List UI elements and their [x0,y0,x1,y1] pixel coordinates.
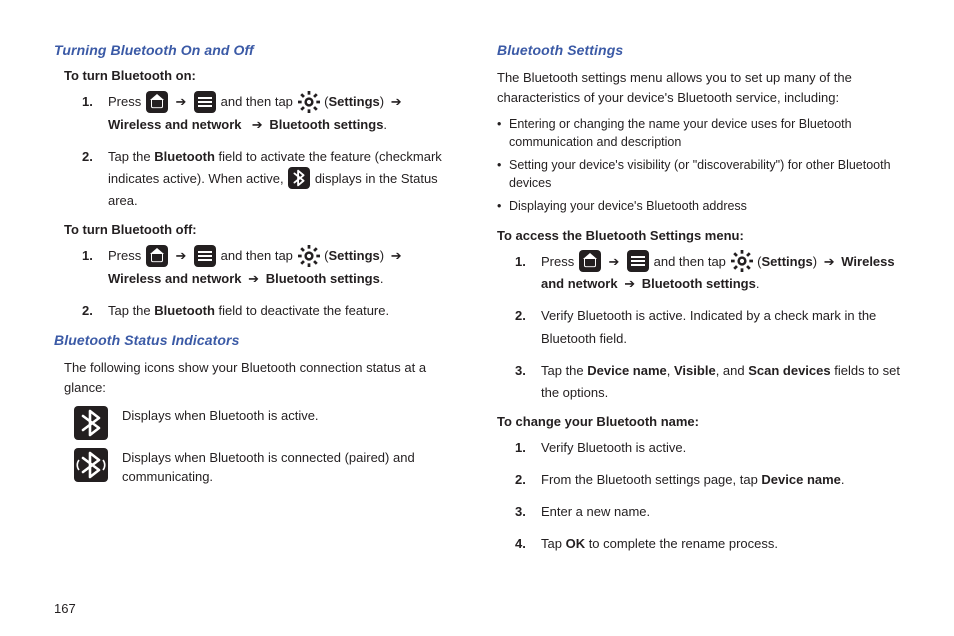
arrow-icon: ➔ [391,94,402,109]
bluetooth-field-label: Bluetooth [154,303,215,318]
step: Verify Bluetooth is active. [515,437,900,459]
text: , [667,363,674,378]
text: Tap the [108,149,154,164]
bluetooth-settings-label: Bluetooth settings [269,117,383,132]
text: and then tap [654,254,730,269]
menu-icon [194,245,216,267]
status-row-active: Displays when Bluetooth is active. [74,406,457,440]
text: From the Bluetooth settings page, tap [541,472,761,487]
step: Tap the Bluetooth field to deactivate th… [82,300,457,322]
text: and then tap [221,248,297,263]
bullet-item: Displaying your device's Bluetooth addre… [497,198,900,216]
text: , and [716,363,749,378]
heading-turning-onoff: Turning Bluetooth On and Off [54,42,457,58]
status-intro: The following icons show your Bluetooth … [64,358,457,398]
arrow-icon: ➔ [252,117,263,132]
status-row-connected: Displays when Bluetooth is connected (pa… [74,448,457,487]
home-icon [146,91,168,113]
manual-page: Turning Bluetooth On and Off To turn Blu… [0,0,954,565]
settings-label: Settings [761,254,812,269]
text: Press [108,248,145,263]
gear-icon [731,250,753,272]
ok-label: OK [566,536,586,551]
gear-icon [298,91,320,113]
text: Tap the [541,363,587,378]
status-connected-text: Displays when Bluetooth is connected (pa… [122,448,457,487]
home-icon [579,250,601,272]
step: Tap OK to complete the rename process. [515,533,900,555]
text: Tap [541,536,566,551]
text: Press [108,94,145,109]
arrow-icon: ➔ [248,271,259,286]
subhead-turn-on: To turn Bluetooth on: [64,68,457,83]
bluetooth-icon [288,167,310,189]
scan-devices-label: Scan devices [748,363,830,378]
steps-access: Press ➔ and then tap (Settings) ➔ Wirele… [497,251,900,404]
arrow-icon: ➔ [624,276,635,291]
settings-label: Settings [328,94,379,109]
arrow-icon: ➔ [391,248,402,263]
step: Press ➔ and then tap (Settings) ➔ Wirele… [515,251,900,296]
page-number: 167 [54,601,76,616]
steps-turn-on: Press ➔ and then tap (Settings) ➔ Wirele… [54,91,457,212]
menu-icon [627,250,649,272]
left-column: Turning Bluetooth On and Off To turn Blu… [54,42,457,565]
gear-icon [298,245,320,267]
wireless-network-label: Wireless and network [108,271,242,286]
bluetooth-settings-label: Bluetooth settings [642,276,756,291]
device-name-label: Device name [761,472,841,487]
text: Press [541,254,578,269]
arrow-icon: ➔ [824,254,835,269]
bluetooth-connected-icon [74,448,108,482]
arrow-icon: ➔ [175,248,186,263]
arrow-icon: ➔ [175,94,186,109]
bluetooth-active-icon [74,406,108,440]
wireless-network-label: Wireless and network [108,117,242,132]
settings-label: Settings [328,248,379,263]
home-icon [146,245,168,267]
steps-turn-off: Press ➔ and then tap (Settings) ➔ Wirele… [54,245,457,322]
subhead-change-name: To change your Bluetooth name: [497,414,900,429]
settings-bullets: Entering or changing the name your devic… [497,116,900,216]
text: Tap the [108,303,154,318]
subhead-access: To access the Bluetooth Settings menu: [497,228,900,243]
bluetooth-field-label: Bluetooth [154,149,215,164]
bluetooth-settings-label: Bluetooth settings [266,271,380,286]
steps-change-name: Verify Bluetooth is active. From the Blu… [497,437,900,555]
subhead-turn-off: To turn Bluetooth off: [64,222,457,237]
heading-bluetooth-settings: Bluetooth Settings [497,42,900,58]
step: Enter a new name. [515,501,900,523]
step: Press ➔ and then tap (Settings) ➔ Wirele… [82,245,457,290]
text: and then tap [221,94,297,109]
device-name-label: Device name [587,363,667,378]
step: Verify Bluetooth is active. Indicated by… [515,305,900,349]
menu-icon [194,91,216,113]
heading-status-indicators: Bluetooth Status Indicators [54,332,457,348]
text: to complete the rename process. [585,536,778,551]
right-column: Bluetooth Settings The Bluetooth setting… [497,42,900,565]
text: field to deactivate the feature. [215,303,389,318]
bullet-item: Entering or changing the name your devic… [497,116,900,151]
arrow-icon: ➔ [608,254,619,269]
settings-intro: The Bluetooth settings menu allows you t… [497,68,900,108]
status-active-text: Displays when Bluetooth is active. [122,406,319,426]
bullet-item: Setting your device's visibility (or "di… [497,157,900,192]
step: Press ➔ and then tap (Settings) ➔ Wirele… [82,91,457,136]
step: Tap the Device name, Visible, and Scan d… [515,360,900,404]
step: Tap the Bluetooth field to activate the … [82,146,457,213]
visible-label: Visible [674,363,716,378]
step: From the Bluetooth settings page, tap De… [515,469,900,491]
